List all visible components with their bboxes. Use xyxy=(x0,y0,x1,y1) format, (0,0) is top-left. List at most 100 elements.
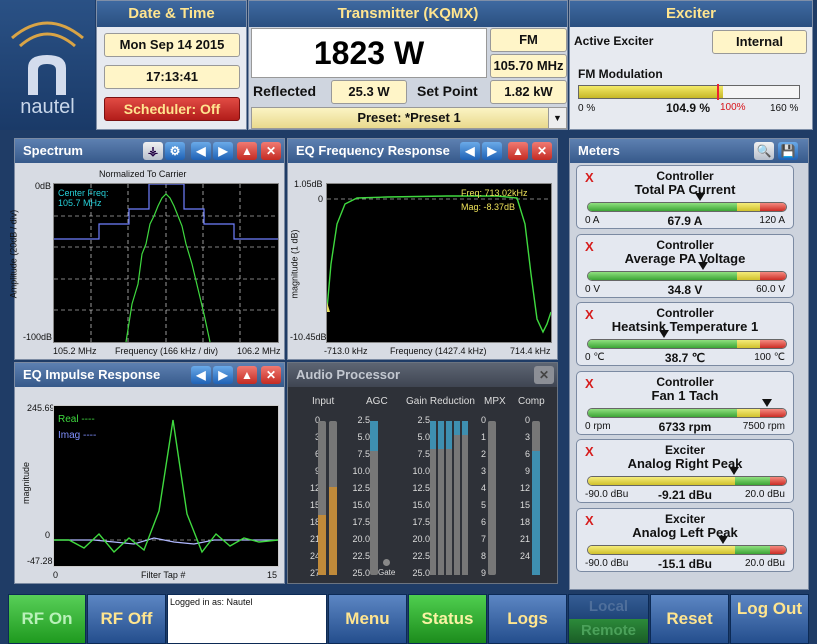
scheduler-button[interactable]: Scheduler: Off xyxy=(104,97,240,121)
remote-button[interactable]: Remote xyxy=(569,619,648,643)
meter-pointer xyxy=(698,261,708,270)
scale-tick: 10.0 xyxy=(352,466,370,476)
scale-tick: 22.5 xyxy=(412,551,430,561)
meter-name: Total PA Current xyxy=(634,182,736,197)
eq-frequency-plot: Freq: 713.02kHz Mag: -8.37dB xyxy=(324,183,552,343)
scale-tick: 2.5 xyxy=(417,415,430,425)
maximize-icon[interactable]: ▲ xyxy=(508,142,528,160)
status-button[interactable]: Status xyxy=(408,594,487,644)
close-icon[interactable]: ✕ xyxy=(261,366,281,384)
reset-button[interactable]: Reset xyxy=(650,594,729,644)
active-exciter-value[interactable]: Internal xyxy=(712,30,807,54)
forward-power: 1823 W xyxy=(251,28,487,78)
local-button[interactable]: Local xyxy=(569,595,648,619)
scale-tick: 17.5 xyxy=(412,517,430,527)
rf-on-button[interactable]: RF On xyxy=(8,594,86,644)
scale-tick: 9 xyxy=(524,466,530,476)
chevron-down-icon[interactable]: ▼ xyxy=(548,108,566,128)
scale-tick: 2.5 xyxy=(357,415,370,425)
impulse-xleft: 0 xyxy=(53,570,59,580)
preset-select[interactable]: Preset: *Preset 1 ▼ xyxy=(251,107,567,129)
meter-card[interactable]: X Exciter Analog Right Peak -90.0 dBu -9.21 … xyxy=(576,439,794,503)
logs-button[interactable]: Logs xyxy=(488,594,567,644)
scale-tick: 0 xyxy=(524,415,530,425)
meter-bar xyxy=(587,476,787,486)
time-display[interactable]: 17:13:41 xyxy=(104,65,240,89)
maximize-icon[interactable]: ▲ xyxy=(237,366,257,384)
meter-name: Heatsink Temperature 1 xyxy=(611,319,759,334)
scale-tick: 3 xyxy=(480,466,486,476)
arrow-left-icon[interactable]: ◀ xyxy=(460,142,480,160)
arrow-right-icon[interactable]: ▶ xyxy=(213,366,233,384)
meter-group: Controller xyxy=(656,169,714,183)
scale-tick: 12 xyxy=(519,483,530,493)
save-icon[interactable]: 💾 xyxy=(778,142,798,160)
fm-mod-max: 160 % xyxy=(770,103,799,114)
spectrum-xmid: Frequency (166 kHz / div) xyxy=(115,346,219,356)
datetime-panel: Date & Time Mon Sep 14 2015 17:13:41 Sch… xyxy=(96,0,247,130)
arrow-left-icon[interactable]: ◀ xyxy=(191,366,211,384)
close-icon[interactable]: ✕ xyxy=(261,142,281,160)
meter-card[interactable]: X Controller Average PA Voltage 0 V 34.8 V 60… xyxy=(576,233,794,298)
meter-group: Controller xyxy=(656,374,714,389)
impulse-xright: 15 xyxy=(267,570,278,580)
antenna-icon[interactable]: ⚶ xyxy=(143,142,163,160)
modulation-100-marker xyxy=(717,84,719,100)
meter-name: Average PA Voltage xyxy=(624,250,746,266)
scale-tick: 20.0 xyxy=(412,534,430,544)
gain-meter-1 xyxy=(430,421,436,575)
arrow-right-icon[interactable]: ▶ xyxy=(482,142,502,160)
input-right-meter xyxy=(329,421,337,575)
meter-name: Analog Left Peak xyxy=(632,524,738,540)
preset-label: Preset: *Preset 1 xyxy=(357,110,461,125)
impulse-ytop: 245.69 xyxy=(27,403,55,413)
logout-button[interactable]: Log Out xyxy=(730,594,809,644)
meter-card[interactable]: X Controller Fan 1 Tach 0 rpm 6733 rpm 7500 r… xyxy=(576,370,794,435)
spectrum-ytop: 0dB xyxy=(35,181,52,191)
eq-yzero: 0 xyxy=(318,194,324,204)
scale-tick: 2 xyxy=(480,449,486,459)
audio-gain-label: Gain Reduction xyxy=(406,396,475,407)
settings-icon[interactable]: ⚙ xyxy=(165,142,185,160)
rf-off-button[interactable]: RF Off xyxy=(87,594,166,644)
scale-tick: 5 xyxy=(480,500,486,510)
meter-bar xyxy=(587,339,787,349)
datetime-title: Date & Time xyxy=(97,1,246,27)
meter-card[interactable]: X Controller Heatsink Temperature 10 ℃ 38.7… xyxy=(576,302,794,366)
eq-ytop: 1.05dB xyxy=(294,179,323,189)
impulse-yzero: 0 xyxy=(45,530,51,540)
fm-modulation-fill xyxy=(579,86,724,98)
audio-processor-title: Audio Processor xyxy=(288,363,557,387)
meter-pointer xyxy=(659,330,670,338)
arrow-right-icon[interactable]: ▶ xyxy=(213,142,233,160)
scale-tick: 18 xyxy=(519,517,530,527)
audio-processor-panel: Audio Processor ✕ Input AGC Gain Reducti… xyxy=(287,362,558,584)
scale-tick: 25.0 xyxy=(412,568,430,578)
meter-max: 20.0 dBu xyxy=(744,489,785,500)
active-exciter-label: Active Exciter xyxy=(574,34,654,48)
eq-ylabel: magnitude (1 dB) xyxy=(289,229,300,299)
eq-xleft: -713.0 kHz xyxy=(324,346,368,356)
meter-pointer xyxy=(695,193,706,201)
menu-button[interactable]: Menu xyxy=(328,594,407,644)
scale-tick: 6 xyxy=(480,517,486,527)
gain-meter-5 xyxy=(462,421,468,575)
audio-comp-label: Comp xyxy=(518,396,545,407)
arrow-left-icon[interactable]: ◀ xyxy=(191,142,211,160)
scale-tick: 4 xyxy=(480,483,486,493)
zoom-icon[interactable]: 🔍 xyxy=(754,142,774,160)
date-display[interactable]: Mon Sep 14 2015 xyxy=(104,33,240,57)
frequency-display: 105.70 MHz xyxy=(490,54,567,78)
close-icon[interactable]: ✕ xyxy=(532,142,552,160)
meter-bar xyxy=(587,407,787,418)
close-icon[interactable]: ✕ xyxy=(534,366,554,384)
gate-label: Gate xyxy=(378,568,396,577)
scale-tick: 21 xyxy=(519,534,530,544)
meter-card[interactable]: X Exciter Analog Left Peak -90.0 dBu -15.1 d… xyxy=(576,507,794,572)
maximize-icon[interactable]: ▲ xyxy=(237,142,257,160)
meter-card[interactable]: X Controller Total PA Current 0 A 67.9 A 120 … xyxy=(576,165,794,229)
setpoint-value[interactable]: 1.82 kW xyxy=(490,80,567,104)
meter-name: Analog Right Peak xyxy=(627,456,743,471)
meter-pointer xyxy=(718,535,729,544)
fm-modulation-label: FM Modulation xyxy=(578,67,663,81)
